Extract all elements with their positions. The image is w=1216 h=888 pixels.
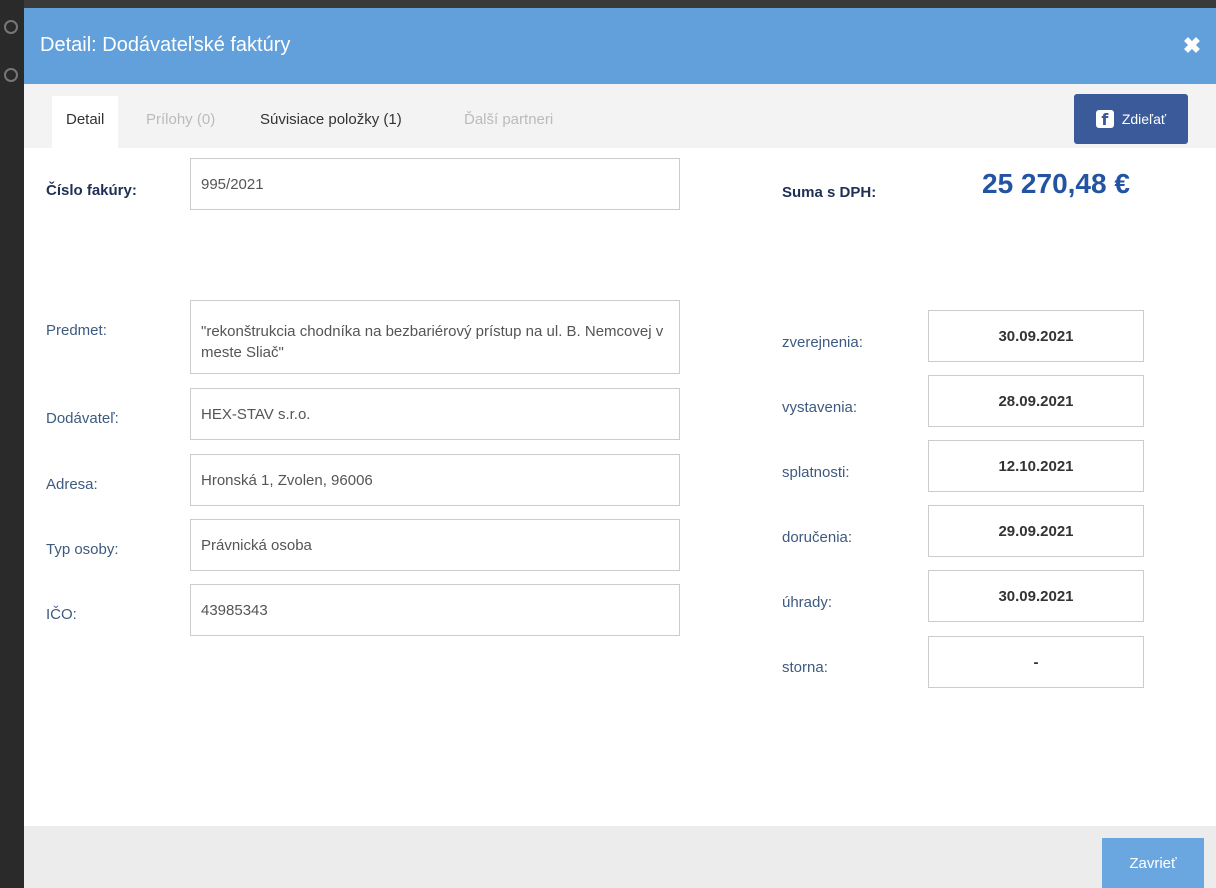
tab-attachments[interactable]: Prílohy (0): [132, 96, 229, 148]
tab-detail[interactable]: Detail: [52, 96, 119, 148]
sum-value: 25 270,48 €: [982, 168, 1130, 199]
date-issued-field: 28.09.2021: [928, 375, 1144, 427]
address-field: Hronská 1, Zvolen, 96006: [190, 454, 680, 506]
date-published-label: zverejnenia:: [782, 334, 863, 351]
date-cancelled-label: storna:: [782, 659, 828, 676]
invoice-detail-modal: Detail: Dodávateľské faktúry ✖ Detail Pr…: [24, 8, 1216, 888]
tabs-bar: Detail Prílohy (0) Súvisiace položky (1)…: [24, 84, 1216, 148]
ico-label: IČO:: [46, 606, 77, 623]
date-delivered-label: doručenia:: [782, 529, 853, 546]
address-label: Adresa:: [46, 476, 98, 493]
date-cancelled-field: -: [928, 636, 1144, 688]
date-paid-field: 30.09.2021: [928, 570, 1144, 622]
modal-footer: Zavrieť: [24, 826, 1216, 888]
tab-other-partners[interactable]: Ďalší partneri: [450, 96, 567, 148]
facebook-icon: f: [1095, 110, 1114, 129]
background-circle-icon: [4, 68, 18, 82]
person-type-field: Právnická osoba: [190, 519, 680, 571]
modal-title: Detail: Dodávateľské faktúry: [40, 34, 291, 56]
background-page-edge: [0, 0, 24, 888]
modal-header: Detail: Dodávateľské faktúry ✖: [24, 8, 1216, 84]
subject-label: Predmet:: [46, 322, 107, 339]
supplier-field: HEX-STAV s.r.o.: [190, 388, 680, 440]
date-delivered-field: 29.09.2021: [928, 505, 1144, 557]
background-circle-icon: [4, 20, 18, 34]
date-due-label: splatnosti:: [782, 464, 850, 481]
tab-related-items[interactable]: Súvisiace položky (1): [246, 96, 416, 148]
person-type-label: Typ osoby:: [46, 541, 119, 558]
subject-field: "rekonštrukcia chodníka na bezbariérový …: [190, 300, 680, 374]
share-button[interactable]: f Zdieľať: [1074, 94, 1188, 144]
date-paid-label: úhrady:: [782, 594, 833, 611]
sum-label: Suma s DPH:: [782, 184, 877, 201]
ico-field: 43985343: [190, 584, 680, 636]
date-issued-label: vystavenia:: [782, 399, 858, 416]
date-published-field: 30.09.2021: [928, 310, 1144, 362]
share-button-label: Zdieľať: [1121, 111, 1167, 127]
invoice-number-field: 995/2021: [190, 158, 680, 210]
date-due-field: 12.10.2021: [928, 440, 1144, 492]
supplier-label: Dodávateľ:: [46, 410, 119, 427]
close-icon[interactable]: ✖: [1182, 35, 1202, 57]
close-button[interactable]: Zavrieť: [1102, 838, 1204, 888]
invoice-number-label: Číslo fakúry:: [46, 182, 137, 199]
